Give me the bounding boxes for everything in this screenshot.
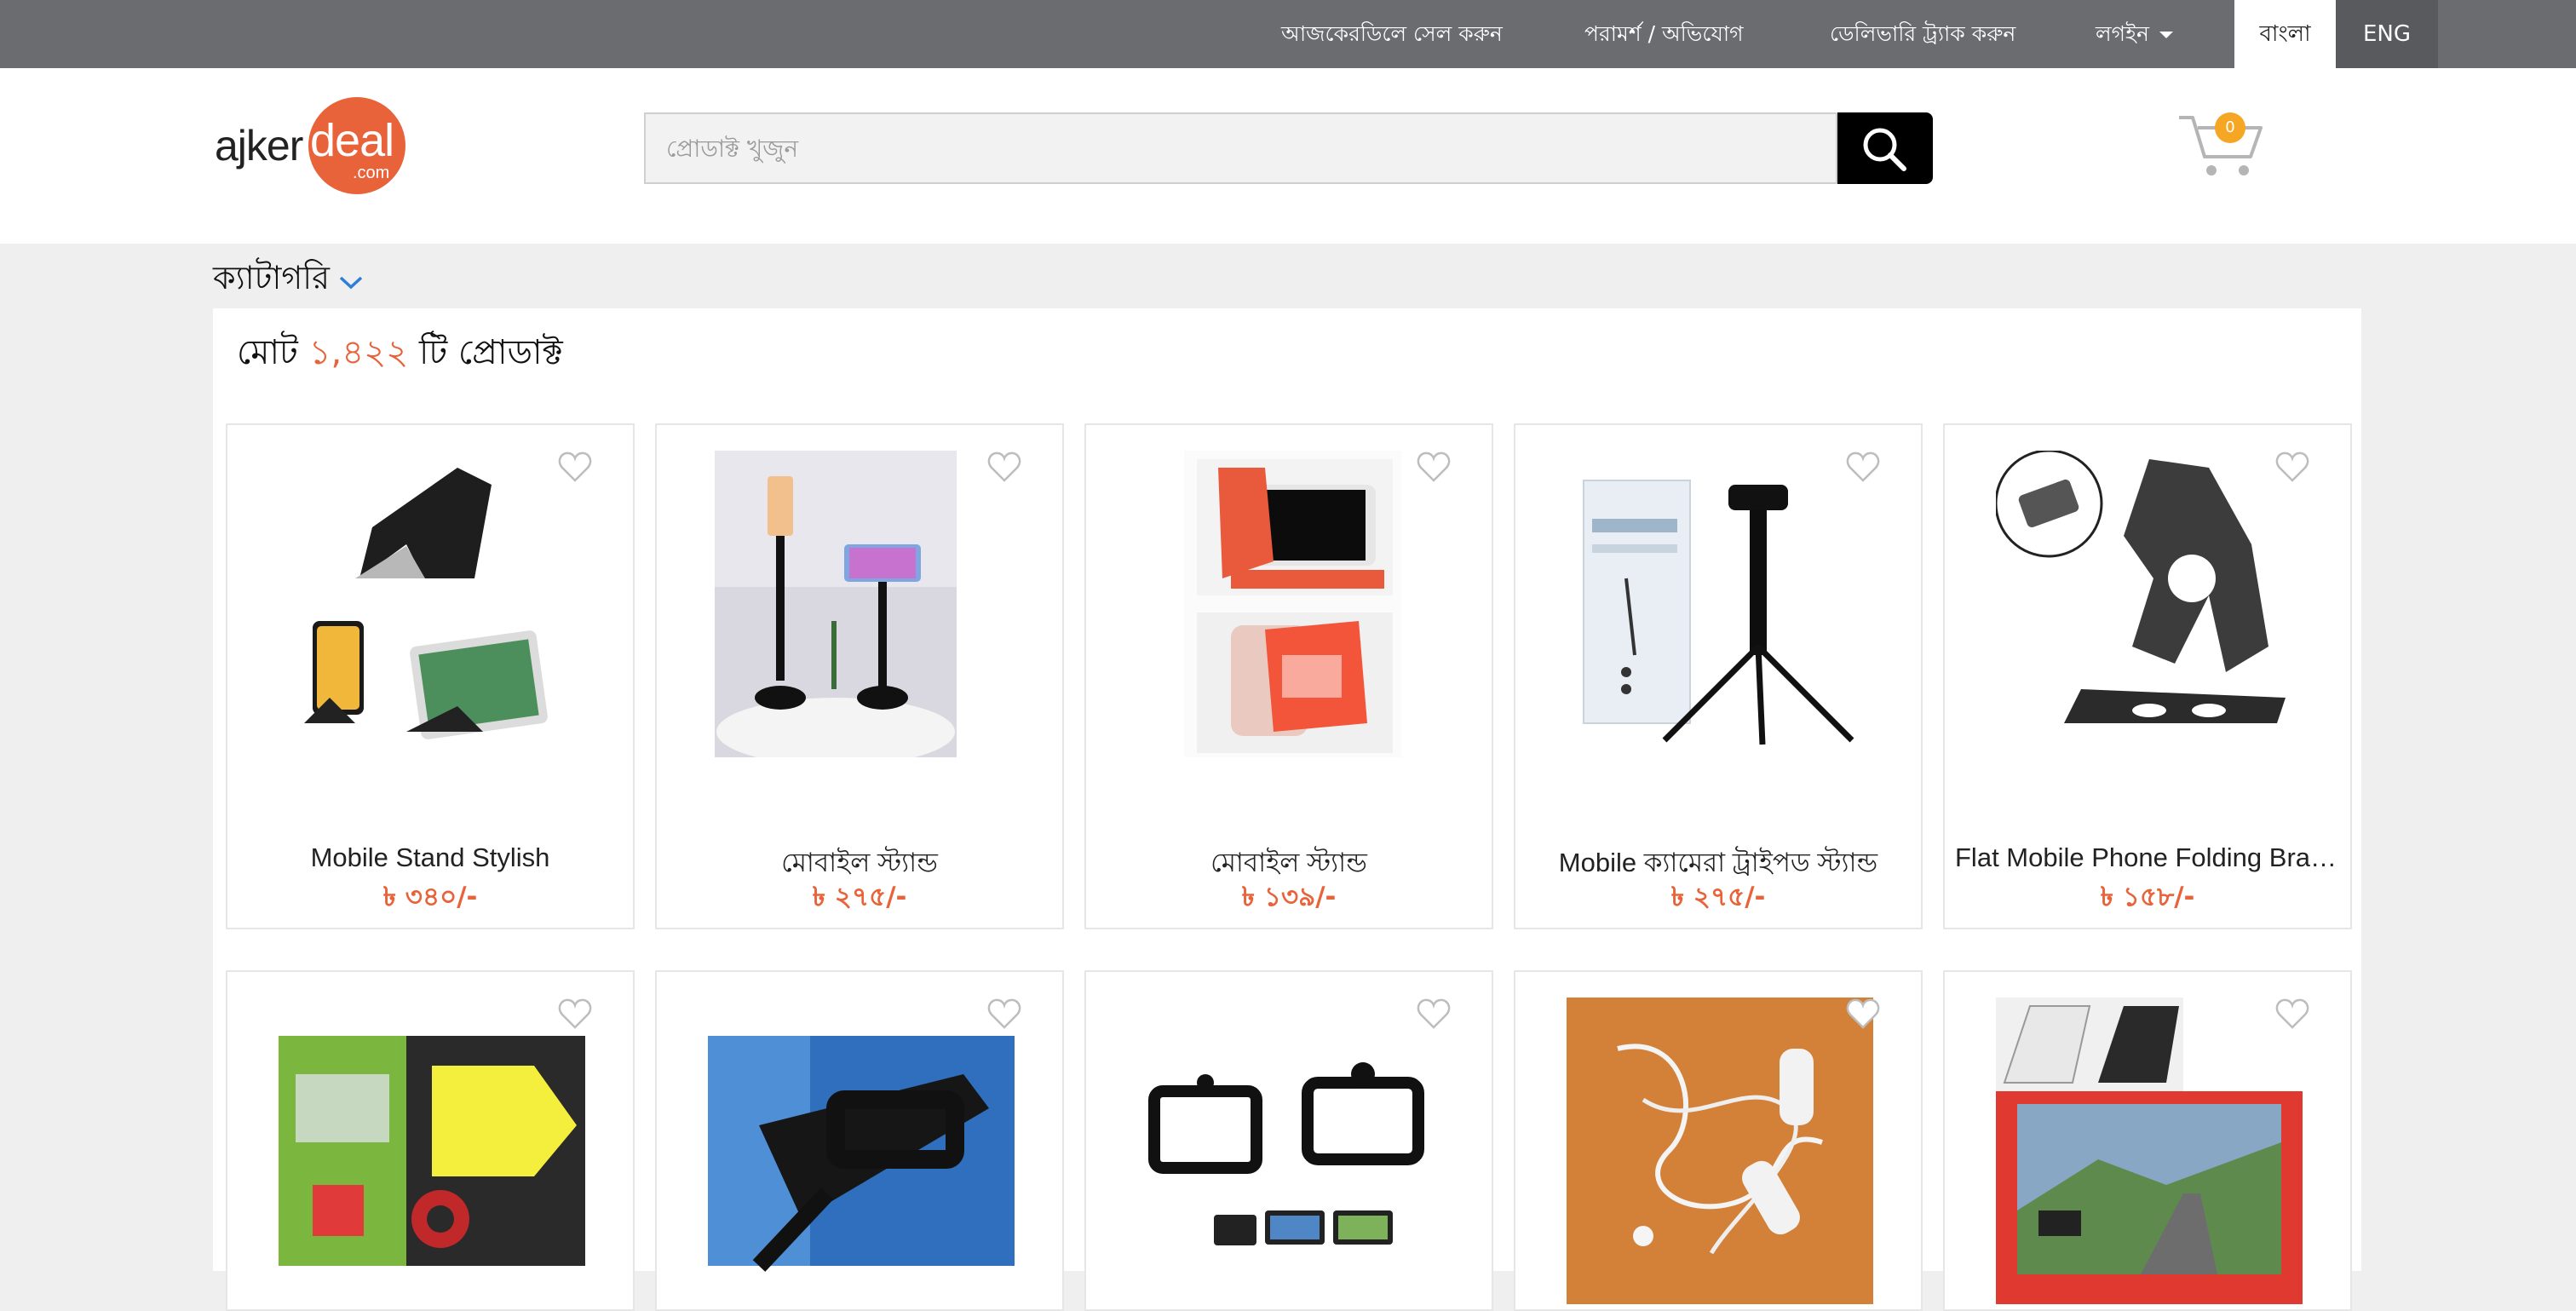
- category-label: ক্যাটাগরি: [213, 259, 331, 296]
- product-image[interactable]: [708, 451, 1015, 766]
- wishlist-button[interactable]: [987, 998, 1021, 1030]
- product-image[interactable]: [1137, 451, 1444, 757]
- product-card[interactable]: [226, 970, 635, 1311]
- product-card[interactable]: [1084, 970, 1493, 1311]
- login-label: লগইন: [2096, 21, 2149, 46]
- feedback-link[interactable]: পরামর্শ / অভিযোগ: [1584, 0, 1743, 68]
- heart-icon: [2275, 451, 2309, 482]
- product-name[interactable]: Flat Mobile Phone Folding Bracket: [1945, 842, 2350, 873]
- wishlist-button[interactable]: [1417, 451, 1451, 483]
- product-image[interactable]: [279, 451, 585, 757]
- product-price: ৳ ১৩৯/-: [1241, 882, 1337, 912]
- product-image[interactable]: [708, 998, 1015, 1304]
- product-price: ৳ ৩৪০/-: [382, 882, 478, 912]
- product-card[interactable]: মোবাইল স্ট্যান্ড ৳ ২৭৫/-: [655, 423, 1064, 929]
- product-card[interactable]: [655, 970, 1064, 1311]
- product-card[interactable]: [1514, 970, 1923, 1311]
- heart-icon: [1417, 998, 1451, 1029]
- product-card[interactable]: [1943, 970, 2352, 1311]
- product-image[interactable]: [1567, 998, 1873, 1304]
- top-bar: আজকেরডিলে সেল করুন পরামর্শ / অভিযোগ ডেলি…: [0, 0, 2576, 68]
- language-bangla-button[interactable]: বাংলা: [2234, 0, 2336, 68]
- wishlist-button[interactable]: [1846, 451, 1880, 483]
- product-image[interactable]: [1137, 998, 1444, 1304]
- total-prefix: মোট: [237, 333, 298, 372]
- wishlist-button[interactable]: [987, 451, 1021, 483]
- product-price: ৳ ১৫৮/-: [2100, 882, 2195, 912]
- heart-icon: [987, 451, 1021, 482]
- total-suffix: টি প্রোডাক্ট: [418, 333, 563, 372]
- wishlist-button[interactable]: [1417, 998, 1451, 1030]
- heart-icon: [1846, 998, 1880, 1029]
- heart-icon: [558, 451, 592, 482]
- search-icon: [1863, 128, 1906, 171]
- product-card[interactable]: Mobile ক্যামেরা ট্রাইপড স্ট্যান্ড ৳ ২৭৫/…: [1514, 423, 1923, 929]
- category-dropdown[interactable]: ক্যাটাগরি: [213, 254, 364, 302]
- sell-link[interactable]: আজকেরডিলে সেল করুন: [1281, 0, 1503, 68]
- heart-icon: [558, 998, 592, 1029]
- cart-count-badge: 0: [2215, 112, 2245, 143]
- wishlist-button[interactable]: [2275, 451, 2309, 483]
- product-image[interactable]: [279, 998, 585, 1304]
- chevron-down-icon: [338, 256, 364, 304]
- heart-icon: [2275, 998, 2309, 1029]
- product-price: ৳ ২৭৫/-: [1670, 882, 1766, 912]
- total-count: ১,৪২২: [308, 333, 409, 372]
- search-button[interactable]: [1837, 112, 1933, 184]
- product-card[interactable]: মোবাইল স্ট্যান্ড ৳ ১৩৯/-: [1084, 423, 1493, 929]
- product-image[interactable]: [1994, 449, 2303, 757]
- language-english-button[interactable]: ENG: [2336, 0, 2438, 68]
- login-menu[interactable]: লগইন: [2096, 0, 2173, 68]
- heart-icon: [1846, 451, 1880, 482]
- search-input[interactable]: [644, 112, 1837, 184]
- product-name[interactable]: Mobile Stand Stylish: [227, 842, 633, 873]
- logo-ajker-text: ajker: [215, 122, 303, 170]
- logo-deal-text: deal: [310, 115, 394, 166]
- product-card[interactable]: Mobile Stand Stylish ৳ ৩৪০/-: [226, 423, 635, 929]
- product-price: ৳ ২৭৫/-: [812, 882, 907, 912]
- wishlist-button[interactable]: [2275, 998, 2309, 1030]
- heart-icon: [987, 998, 1021, 1029]
- product-image[interactable]: [1567, 451, 1873, 757]
- logo-com-text: .com: [353, 164, 390, 182]
- product-card[interactable]: Flat Mobile Phone Folding Bracket ৳ ১৫৮/…: [1943, 423, 2352, 929]
- wishlist-button[interactable]: [558, 451, 592, 483]
- caret-down-icon: [2159, 32, 2173, 38]
- heart-icon: [1417, 451, 1451, 482]
- product-total: মোট ১,৪২২ টি প্রোডাক্ট: [237, 325, 563, 382]
- track-delivery-link[interactable]: ডেলিভারি ট্র্যাক করুন: [1830, 0, 2015, 68]
- site-logo[interactable]: ajker deal .com: [213, 97, 405, 196]
- product-image[interactable]: [1996, 998, 2303, 1304]
- wishlist-button[interactable]: [558, 998, 592, 1030]
- wishlist-button[interactable]: [1846, 998, 1880, 1030]
